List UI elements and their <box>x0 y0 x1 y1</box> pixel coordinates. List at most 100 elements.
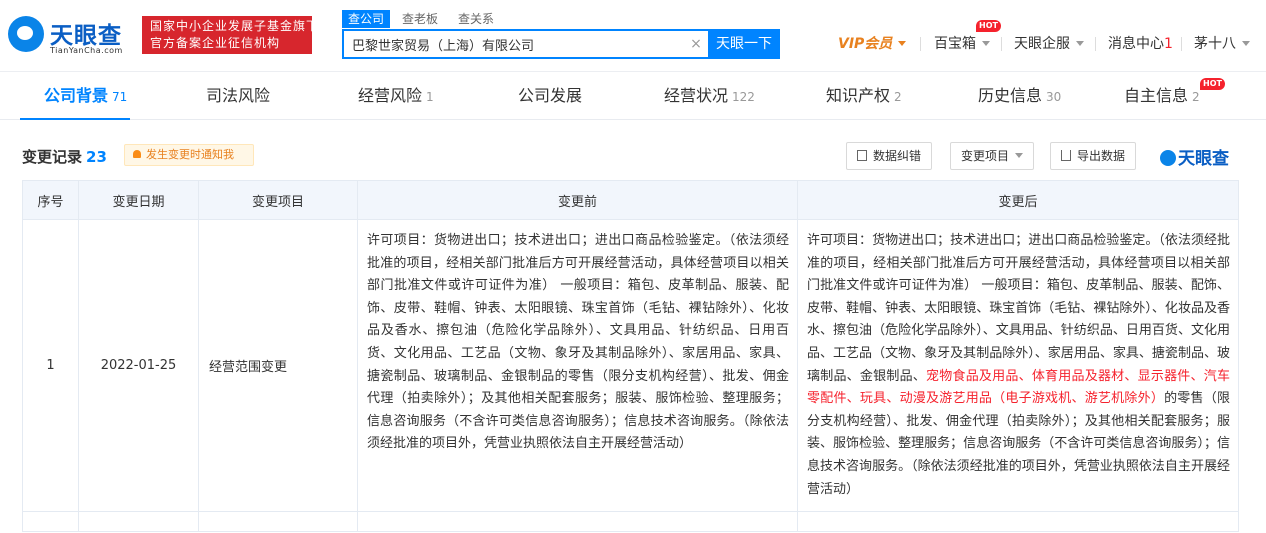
messages-label: 消息中心 <box>1108 36 1164 52</box>
logo-domain: TianYanCha.com <box>50 46 123 55</box>
vip-menu[interactable]: VIP会员 <box>838 33 907 55</box>
brand-watermark: 天眼查 <box>1160 144 1229 169</box>
cell-item: 经营范围变更 <box>198 218 358 513</box>
tab-self-info[interactable]: 自主信息 2 <box>1124 72 1200 120</box>
section-title: 变更记录 23 <box>22 146 107 167</box>
nav-divider <box>1181 37 1182 51</box>
hot-badge: HOT <box>976 20 1001 32</box>
messages-count: 1 <box>1164 36 1173 52</box>
tab-search-company[interactable]: 查公司 <box>342 10 391 28</box>
enterprise-label: 天眼企服 <box>1014 36 1070 52</box>
cell-after: 许可项目：货物进出口；技术进出口；进出口商品检验鉴定。（依法须经批准的项目，经相… <box>797 218 1239 513</box>
tab-label: 公司发展 <box>518 86 583 105</box>
tab-label: 经营风险 <box>358 86 423 105</box>
table-row <box>22 511 1239 533</box>
cell-index: 1 <box>22 218 79 513</box>
search-button[interactable]: 天眼一下 <box>708 29 780 59</box>
section-count: 23 <box>86 148 107 166</box>
cell-date: 2022-01-25 <box>78 218 199 513</box>
cell-empty <box>22 511 79 533</box>
tab-business-status[interactable]: 经营状况 122 <box>664 72 755 120</box>
tab-search-boss[interactable]: 查老板 <box>396 10 444 28</box>
logo-eye-icon <box>8 16 44 52</box>
tab-history[interactable]: 历史信息 30 <box>978 72 1061 120</box>
logo-name: 天眼查 <box>50 23 122 49</box>
tab-count: 1 <box>426 90 434 104</box>
vip-label: VIP会员 <box>838 36 893 52</box>
gov-badge-line1: 国家中小企业发展子基金旗下 <box>150 19 312 33</box>
tab-count: 122 <box>732 90 755 104</box>
after-text-tail: 的零售（限分支机构经营）、批发、佣金代理（拍卖除外）；及其他相关配套服务；服装、… <box>807 391 1230 497</box>
col-header-before: 变更前 <box>357 180 798 220</box>
bell-icon <box>133 150 141 158</box>
user-name: 茅十八 <box>1194 36 1236 52</box>
logo-eye-icon <box>1160 150 1176 166</box>
change-record-table: 序号 变更日期 变更项目 变更前 变更后 1 2022-01-25 经营范围变更… <box>22 180 1239 533</box>
change-item-filter[interactable]: 变更项目 <box>950 142 1035 170</box>
treasure-menu[interactable]: 百宝箱 <box>934 33 990 55</box>
change-item-filter-label: 变更项目 <box>961 149 1010 163</box>
data-correction-label: 数据纠错 <box>873 149 922 163</box>
tab-label: 公司背景 <box>44 86 109 105</box>
search-input[interactable] <box>344 31 684 57</box>
active-tab-indicator <box>20 118 130 120</box>
top-header: 天眼查 TianYanCha.com 国家中小企业发展子基金旗下 官方备案企业征… <box>0 0 1266 72</box>
tab-company-background[interactable]: 公司背景 71 <box>44 72 127 120</box>
tab-count: 2 <box>894 90 902 104</box>
category-tabs: 公司背景 71 司法风险 经营风险 1 公司发展 经营状况 122 知识产权 2 历史信… <box>0 72 1266 120</box>
export-button[interactable]: 导出数据 <box>1050 142 1137 170</box>
tab-label: 司法风险 <box>206 86 271 105</box>
tab-count: 71 <box>112 90 128 104</box>
chevron-down-icon <box>982 41 990 46</box>
chevron-down-icon <box>1015 153 1024 158</box>
table-header-row: 序号 变更日期 变更项目 变更前 变更后 <box>22 180 1239 220</box>
download-icon <box>1061 150 1071 161</box>
tab-count: 2 <box>1192 90 1200 104</box>
brand-watermark-text: 天眼查 <box>1178 149 1229 169</box>
tab-intellectual-property[interactable]: 知识产权 2 <box>826 72 902 120</box>
cell-empty <box>797 511 1239 533</box>
col-header-index: 序号 <box>22 180 79 220</box>
treasure-label: 百宝箱 <box>934 36 976 52</box>
hot-badge: HOT <box>1200 78 1225 90</box>
cell-empty <box>78 511 199 533</box>
tab-count: 30 <box>1046 90 1062 104</box>
nav-divider <box>1095 37 1096 51</box>
tab-legal-risk[interactable]: 司法风险 <box>206 72 270 120</box>
tab-label: 经营状况 <box>664 86 729 105</box>
clear-icon[interactable]: × <box>688 35 704 53</box>
after-text: 许可项目：货物进出口；技术进出口；进出口商品检验鉴定。（依法须经批准的项目，经相… <box>807 233 1230 384</box>
nav-divider <box>920 37 921 51</box>
notify-button[interactable]: 发生变更时通知我 <box>124 144 254 166</box>
section-title-label: 变更记录 <box>22 148 83 166</box>
tab-search-relation[interactable]: 查关系 <box>452 10 500 28</box>
gov-badge-line2: 官方备案企业征信机构 <box>150 36 281 50</box>
col-header-item: 变更项目 <box>198 180 358 220</box>
export-label: 导出数据 <box>1077 149 1126 163</box>
logo[interactable]: 天眼查 TianYanCha.com <box>8 16 136 56</box>
cell-before: 许可项目：货物进出口；技术进出口；进出口商品检验鉴定。（依法须经批准的项目，经相… <box>357 218 798 513</box>
document-icon <box>857 150 867 161</box>
cell-empty <box>357 511 798 533</box>
chevron-down-icon <box>898 41 907 46</box>
messages-link[interactable]: 消息中心1 <box>1108 33 1173 55</box>
tab-label: 历史信息 <box>978 86 1043 105</box>
col-header-date: 变更日期 <box>78 180 199 220</box>
gov-badge: 国家中小企业发展子基金旗下 官方备案企业征信机构 <box>142 16 312 54</box>
notify-label: 发生变更时通知我 <box>146 148 234 161</box>
chevron-down-icon <box>1076 41 1084 46</box>
nav-divider <box>1001 37 1002 51</box>
enterprise-menu[interactable]: 天眼企服 <box>1014 33 1084 55</box>
tab-label: 知识产权 <box>826 86 891 105</box>
search-type-tabs: 查公司 查老板 查关系 <box>342 10 508 28</box>
cell-empty <box>198 511 358 533</box>
search-box: × 天眼一下 <box>342 29 780 59</box>
tab-company-development[interactable]: 公司发展 <box>518 72 582 120</box>
table-row: 1 2022-01-25 经营范围变更 许可项目：货物进出口；技术进出口；进出口… <box>22 218 1239 513</box>
data-correction-button[interactable]: 数据纠错 <box>846 142 933 170</box>
tab-business-risk[interactable]: 经营风险 1 <box>358 72 434 120</box>
chevron-down-icon <box>1242 41 1250 46</box>
user-menu[interactable]: 茅十八 <box>1194 33 1250 55</box>
tab-label: 自主信息 <box>1124 86 1189 105</box>
col-header-after: 变更后 <box>797 180 1239 220</box>
